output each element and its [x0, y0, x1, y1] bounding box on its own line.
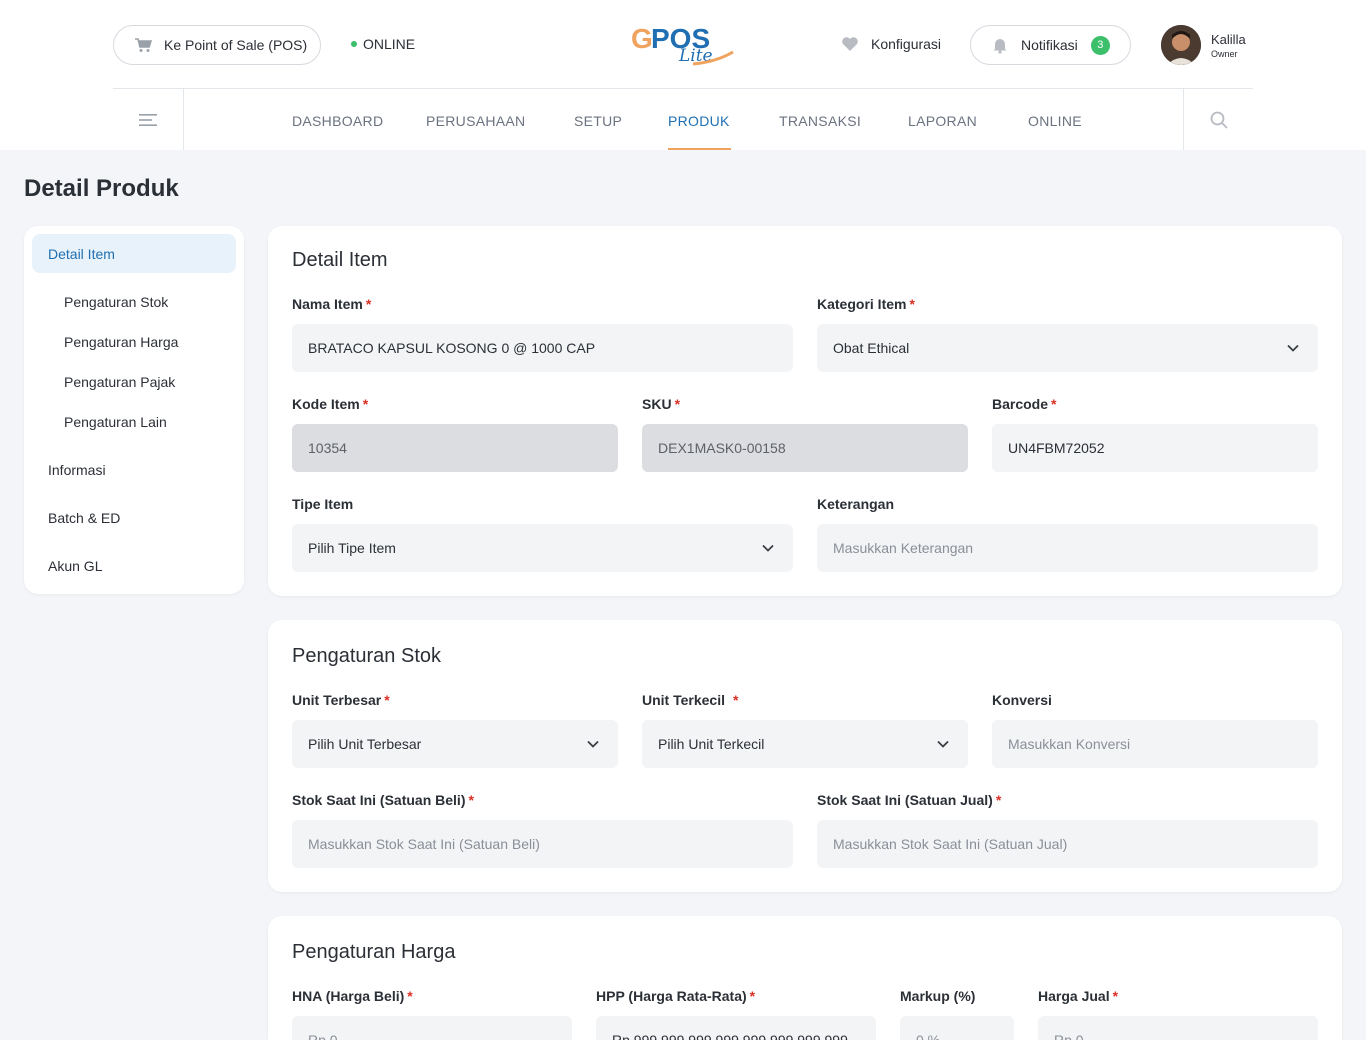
stok-jual-field[interactable]: Masukkan Stok Saat Ini (Satuan Jual) — [817, 820, 1318, 868]
pengaturan-stok-title: Pengaturan Stok — [292, 645, 441, 667]
nav-online[interactable]: ONLINE — [1028, 113, 1082, 129]
main-nav: DASHBOARD PERUSAHAAN SETUP PRODUK TRANSA… — [113, 89, 1253, 150]
search-button[interactable] — [1183, 89, 1253, 150]
unit-terkecil-value: Pilih Unit Terkecil — [658, 736, 765, 752]
hpp-label: HPP (Harga Rata-Rata) * — [596, 988, 756, 1004]
nama-item-field[interactable]: BRATACO KAPSUL KOSONG 0 @ 1000 CAP — [292, 324, 793, 372]
tipe-item-select[interactable]: Pilih Tipe Item — [292, 524, 793, 572]
kode-item-field: 10354 — [292, 424, 618, 472]
cart-icon — [135, 38, 152, 52]
chevron-down-icon — [762, 544, 774, 552]
chevron-down-icon — [587, 740, 599, 748]
nav-perusahaan[interactable]: PERUSAHAAN — [426, 113, 525, 129]
nama-item-label: Nama Item * — [292, 296, 372, 312]
side-item-pengaturan-lain[interactable]: Pengaturan Lain — [64, 414, 167, 430]
unit-terbesar-label: Unit Terbesar * — [292, 692, 390, 708]
logo-g: G — [631, 23, 653, 54]
nav-dashboard[interactable]: DASHBOARD — [292, 113, 383, 129]
pengaturan-harga-title: Pengaturan Harga — [292, 941, 456, 963]
kode-item-label: Kode Item * — [292, 396, 369, 412]
heart-icon — [842, 37, 858, 51]
user-role: Owner — [1211, 49, 1238, 59]
harga-jual-label: Harga Jual * — [1038, 988, 1119, 1004]
user-info[interactable]: Kalilla Owner — [1211, 32, 1246, 59]
gpos-logo: G POS Lite — [631, 23, 734, 66]
user-name: Kalilla — [1211, 32, 1246, 47]
notif-count-badge: 3 — [1090, 35, 1110, 55]
chevron-down-icon — [937, 740, 949, 748]
nav-produk[interactable]: PRODUK — [668, 113, 730, 129]
hna-field[interactable]: Rp 0 — [292, 1016, 572, 1040]
stok-beli-label: Stok Saat Ini (Satuan Beli) * — [292, 792, 474, 808]
pengaturan-harga-card: Pengaturan Harga HNA (Harga Beli) * Rp 0 … — [268, 916, 1342, 1040]
konversi-field[interactable]: Masukkan Konversi — [992, 720, 1318, 768]
unit-terkecil-label: Unit Terkecil * — [642, 692, 739, 708]
unit-terbesar-value: Pilih Unit Terbesar — [308, 736, 422, 752]
unit-terbesar-select[interactable]: Pilih Unit Terbesar — [292, 720, 618, 768]
keterangan-label: Keterangan — [817, 496, 895, 512]
avatar[interactable] — [1161, 25, 1201, 65]
top-header: Ke Point of Sale (POS) ONLINE G POS Lite… — [0, 0, 1366, 150]
konversi-label: Konversi — [992, 692, 1052, 708]
konfigurasi-link[interactable]: Konfigurasi — [841, 36, 941, 52]
sku-label: SKU * — [642, 396, 681, 412]
online-status-label: ONLINE — [363, 36, 416, 52]
markup-label: Markup (%) — [900, 988, 976, 1004]
kategori-item-value: Obat Ethical — [833, 340, 910, 356]
hamburger-icon — [139, 113, 157, 126]
header-row: Ke Point of Sale (POS) ONLINE G POS Lite… — [113, 0, 1253, 89]
kategori-item-select[interactable]: Obat Ethical — [817, 324, 1318, 372]
bell-icon — [993, 39, 1007, 54]
pos-button[interactable]: Ke Point of Sale (POS) — [113, 25, 321, 65]
menu-button[interactable] — [113, 89, 184, 150]
pos-button-label: Ke Point of Sale (POS) — [164, 37, 308, 53]
side-item-batch-ed[interactable]: Batch & ED — [48, 510, 120, 526]
tipe-item-label: Tipe Item — [292, 496, 354, 512]
active-tab-indicator — [668, 148, 731, 150]
nav-laporan[interactable]: LAPORAN — [908, 113, 977, 129]
chevron-down-icon — [1287, 344, 1299, 352]
stok-beli-field[interactable]: Masukkan Stok Saat Ini (Satuan Beli) — [292, 820, 793, 868]
barcode-field[interactable]: UN4FBM72052 — [992, 424, 1318, 472]
side-item-detail-item[interactable]: Detail Item — [48, 246, 115, 262]
side-menu: Detail Item Pengaturan Stok Pengaturan H… — [24, 226, 244, 594]
side-item-informasi[interactable]: Informasi — [48, 462, 106, 478]
barcode-label: Barcode * — [992, 396, 1057, 412]
detail-item-card: Detail Item Nama Item * BRATACO KAPSUL KO… — [268, 226, 1342, 596]
sku-field: DEX1MASK0-00158 — [642, 424, 968, 472]
side-item-pengaturan-stok[interactable]: Pengaturan Stok — [64, 294, 168, 310]
page-title: Detail Produk — [24, 175, 179, 202]
harga-jual-field[interactable]: Rp 0 — [1038, 1016, 1318, 1040]
status-dot-icon — [351, 41, 357, 47]
tipe-item-value: Pilih Tipe Item — [308, 540, 396, 556]
detail-item-title: Detail Item — [292, 249, 388, 271]
unit-terkecil-select[interactable]: Pilih Unit Terkecil — [642, 720, 968, 768]
side-item-pengaturan-harga[interactable]: Pengaturan Harga — [64, 334, 178, 350]
hpp-field[interactable]: Rp 999.999.999.999.999.999.999.999 — [596, 1016, 876, 1040]
side-item-akun-gl[interactable]: Akun GL — [48, 558, 102, 574]
keterangan-field[interactable]: Masukkan Keterangan — [817, 524, 1318, 572]
stok-jual-label: Stok Saat Ini (Satuan Jual) * — [817, 792, 1002, 808]
online-status: ONLINE — [351, 36, 415, 52]
search-icon — [1210, 111, 1228, 129]
notifikasi-label: Notifikasi — [1021, 37, 1078, 53]
kategori-item-label: Kategori Item * — [817, 296, 915, 312]
side-item-pengaturan-pajak[interactable]: Pengaturan Pajak — [64, 374, 175, 390]
konfigurasi-label: Konfigurasi — [871, 36, 942, 52]
nav-setup[interactable]: SETUP — [574, 113, 622, 129]
nav-transaksi[interactable]: TRANSAKSI — [779, 113, 861, 129]
hna-label: HNA (Harga Beli) * — [292, 988, 413, 1004]
notifikasi-button[interactable]: Notifikasi 3 — [970, 25, 1131, 65]
pengaturan-stok-card: Pengaturan Stok Unit Terbesar * Pilih Uni… — [268, 620, 1342, 892]
user-photo-icon — [1161, 25, 1201, 65]
markup-field[interactable]: 0 % — [900, 1016, 1014, 1040]
